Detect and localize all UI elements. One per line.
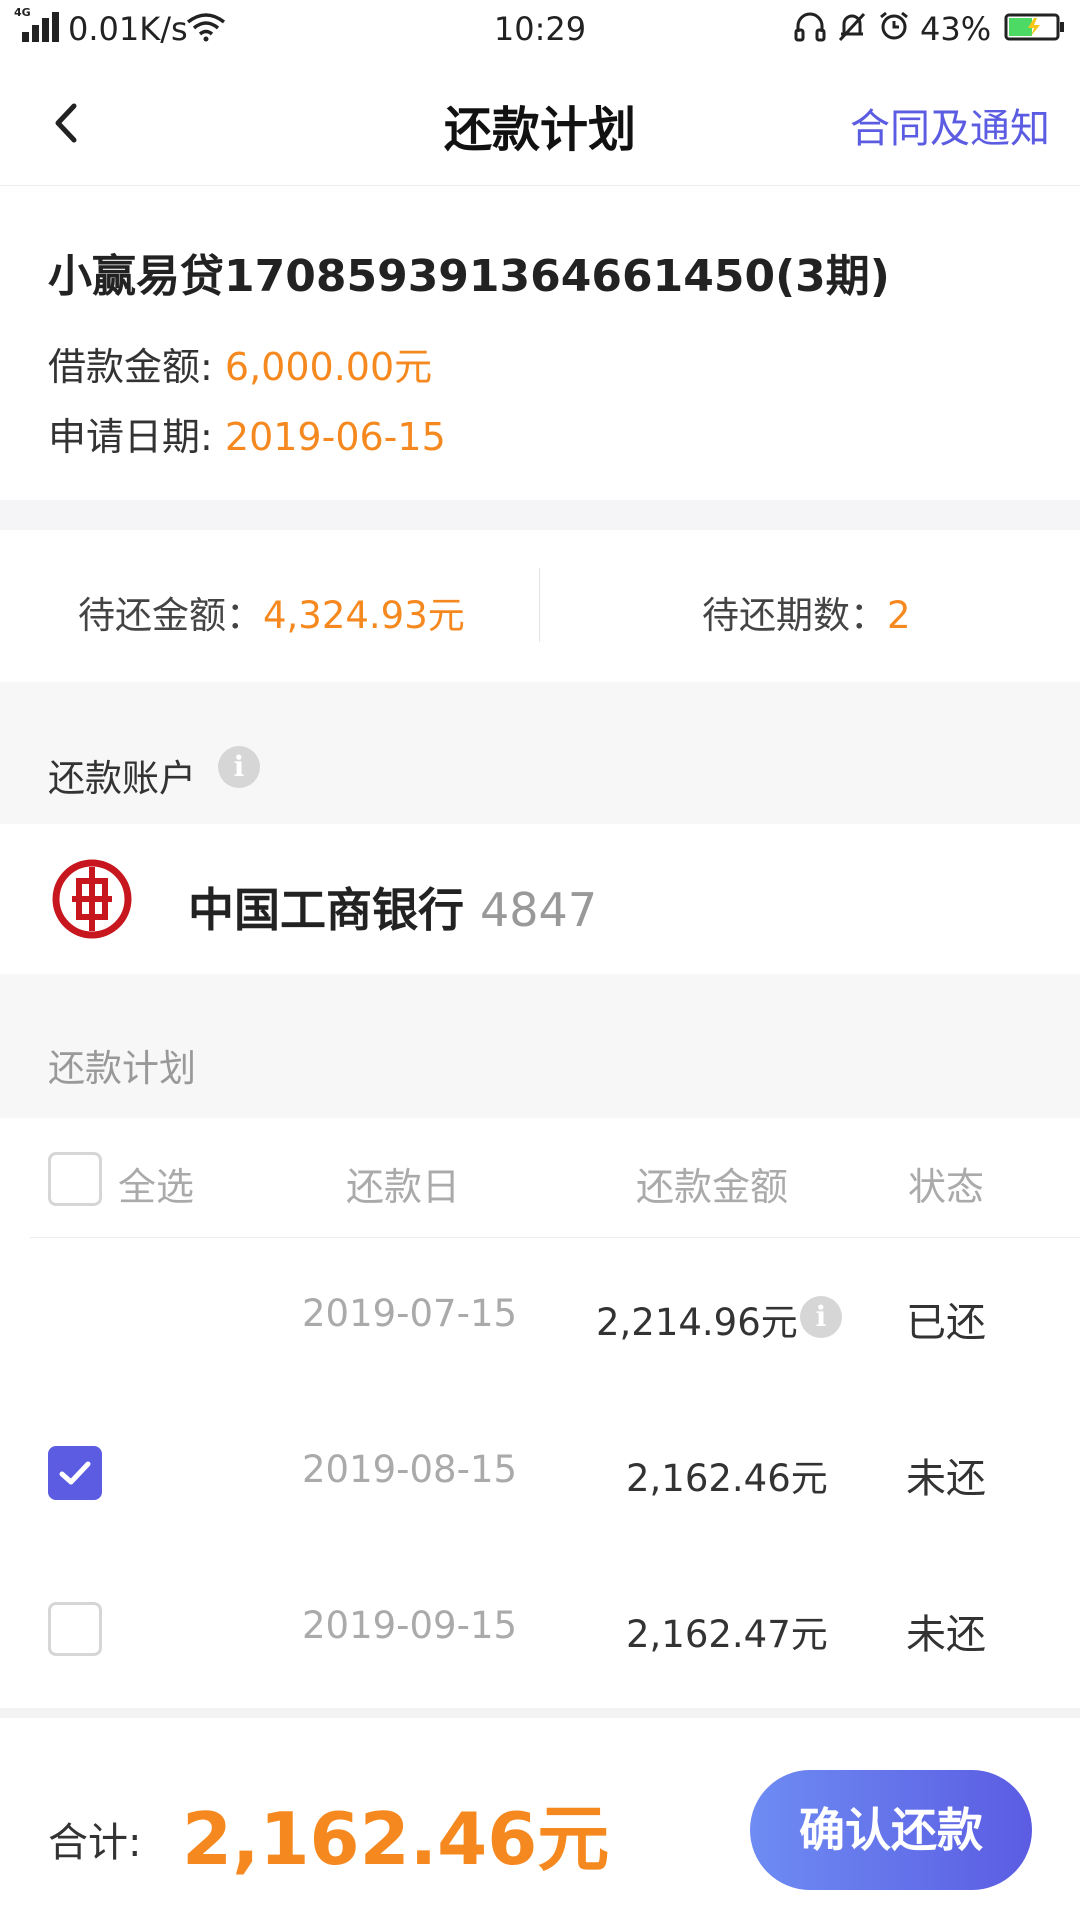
row-status: 已还 [906,1300,986,1346]
plan-section-header: 还款计划 [0,974,1080,1118]
row-checkbox[interactable] [48,1602,102,1656]
total-value: 2,162.46元 [182,1797,610,1881]
battery-icon [1004,13,1064,41]
info-icon[interactable]: i [218,746,260,788]
confirm-repay-button[interactable]: 确认还款 [750,1770,1032,1890]
row-date: 2019-08-15 [302,1448,518,1491]
row-amount: 2,162.47元 [626,1613,828,1656]
alarm-icon [880,11,908,40]
row-date: 2019-09-15 [302,1604,518,1647]
table-row: 2019-07-15 2,214.96元 i 已还 [0,1240,1080,1396]
loan-amount-value: 6,000.00元 [224,345,433,389]
pending-terms: 待还期数：2 [702,585,911,639]
icbc-logo-icon [52,859,132,939]
battery-percent: 43% [920,10,992,48]
select-all-label[interactable]: 全选 [118,1156,194,1211]
row-checkbox[interactable] [48,1446,102,1500]
bell-muted-icon [838,12,866,42]
repayment-summary: 待还金额：4,324.93元 待还期数：2 [0,530,1080,682]
loan-title: 小赢易贷17085939136466145​0(3期) [48,251,890,302]
header-divider [30,1237,1080,1238]
pending-amount-value: 4,324.93元 [263,594,465,637]
row-amount: 2,162.46元 [626,1457,828,1500]
account-section-header: 还款账户 i [0,682,1080,824]
loan-amount-label: 借款金额: [48,345,213,389]
row-date: 2019-07-15 [302,1292,518,1335]
pending-amount: 待还金额：4,324.93元 [78,585,465,639]
row-status: 未还 [906,1612,986,1658]
section-divider [0,500,1080,530]
plan-table-header: 全选 还款日 还款金额 状态 [0,1118,1080,1238]
col-header-status: 状态 [908,1165,985,1209]
checkmark-icon [59,1461,91,1485]
contract-notice-link[interactable]: 合同及通知 [850,96,1050,154]
status-bar: 4G 0.01K/s 10:29 43% [0,0,1080,60]
status-time: 10:29 [493,10,587,48]
col-header-amount: 还款金额 [636,1165,789,1209]
row-amount: 2,214.96元 [596,1301,798,1344]
apply-date-label: 申请日期: [48,415,213,459]
bank-name-text: 中国工商银行 [188,883,464,937]
plan-section-label: 还款计划 [48,1047,196,1090]
apply-date-line: 申请日期: 2019-06-15 [48,406,446,461]
select-all-checkbox[interactable] [48,1152,102,1206]
pending-terms-label: 待还期数： [702,594,887,637]
pending-amount-label: 待还金额： [78,594,263,637]
row-status: 未还 [906,1456,986,1502]
account-section-label: 还款账户 [48,757,196,800]
bank-name: 中国工商银行 4847 [188,874,597,940]
footer-bar: 合计: 2,162.46元 确认还款 [0,1718,1080,1920]
summary-divider [539,568,540,642]
apply-date-value: 2019-06-15 [224,415,446,459]
info-icon[interactable]: i [800,1296,842,1338]
card-tail-number: 4847 [480,883,598,937]
bank-account-row[interactable]: 中国工商银行 4847 [0,824,1080,974]
footer-divider [0,1708,1080,1718]
table-row[interactable]: 2019-09-15 2,162.47元 未还 [0,1552,1080,1708]
loan-amount-line: 借款金额: 6,000.00元 [48,336,432,391]
headphones-icon [794,12,826,42]
col-header-date: 还款日 [346,1165,461,1209]
pending-terms-value: 2 [887,594,911,637]
top-header: 还款计划 合同及通知 [0,60,1080,186]
table-row[interactable]: 2019-08-15 2,162.46元 未还 [0,1396,1080,1552]
total-label: 合计: [48,1820,142,1866]
